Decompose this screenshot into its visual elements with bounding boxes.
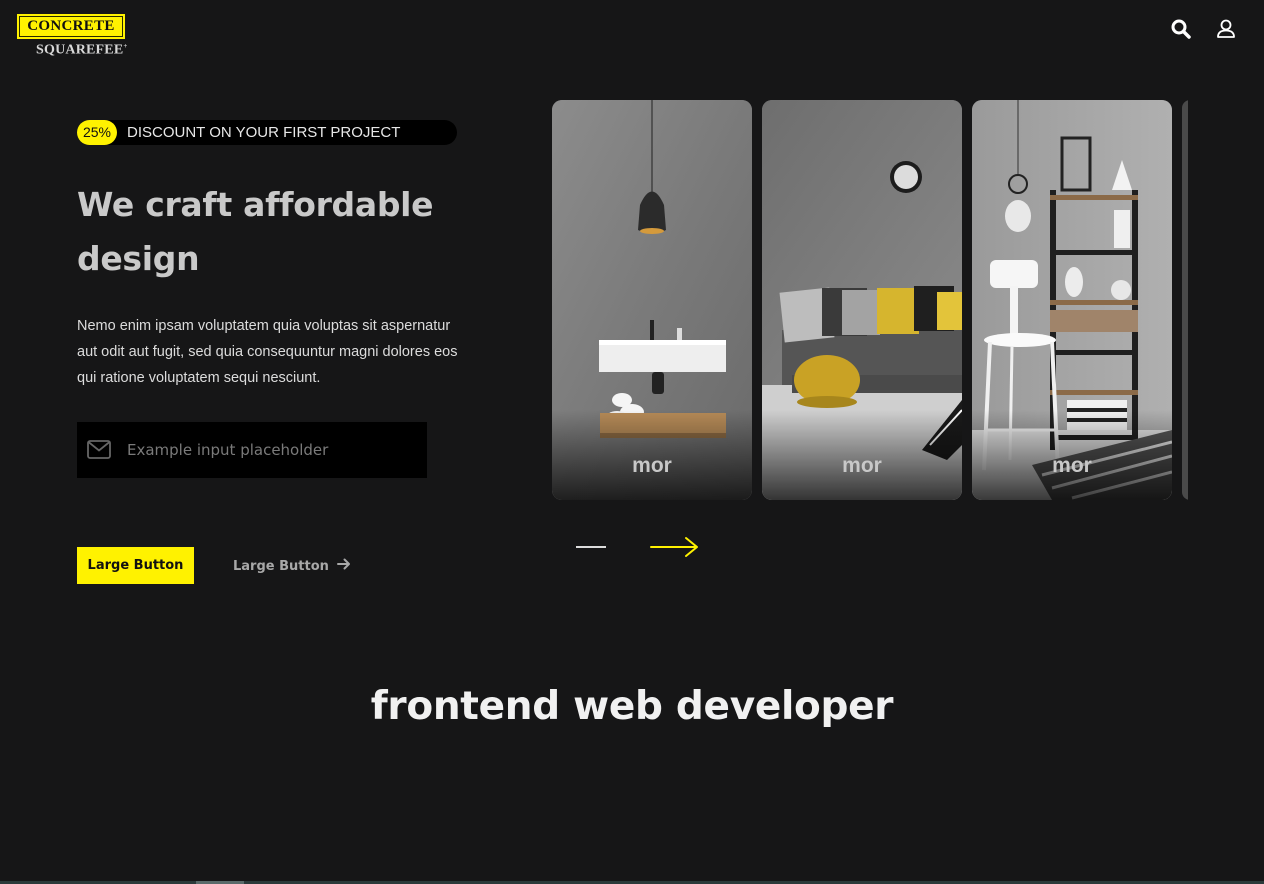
logo-bottom-label: SQUAREFEE bbox=[36, 42, 124, 58]
card-label: mor bbox=[632, 454, 672, 477]
discount-text: DISCOUNT ON YOUR FIRST PROJECT bbox=[127, 124, 401, 141]
carousel-card-living-room[interactable]: mor bbox=[762, 100, 962, 500]
discount-badge: 25% DISCOUNT ON YOUR FIRST PROJECT bbox=[77, 120, 457, 145]
logo-top-text: CONCRETE bbox=[27, 18, 115, 34]
envelope-icon bbox=[87, 440, 111, 464]
carousel-prev-button[interactable] bbox=[576, 537, 606, 557]
search-icon[interactable] bbox=[1170, 18, 1192, 40]
logo-top-box: CONCRETE bbox=[17, 14, 125, 39]
email-input[interactable] bbox=[127, 422, 417, 478]
carousel-card-next-peek[interactable] bbox=[1182, 100, 1188, 500]
logo-bottom-text: SQUAREFEE+ bbox=[36, 42, 128, 59]
card-label: mor bbox=[1052, 454, 1092, 477]
carousel-card-shelf[interactable]: mor bbox=[972, 100, 1172, 500]
user-icon[interactable] bbox=[1215, 18, 1237, 40]
hero-title: We craft affordable design bbox=[77, 185, 434, 278]
primary-large-button[interactable]: Large Button bbox=[77, 547, 194, 584]
logo-mark: + bbox=[123, 42, 128, 50]
image-carousel[interactable]: mor mor mor bbox=[552, 100, 1188, 500]
discount-percent: 25% bbox=[77, 120, 117, 145]
carousel-next-arrow-icon[interactable] bbox=[650, 535, 700, 559]
brand-logo[interactable]: CONCRETE SQUAREFEE+ bbox=[17, 14, 142, 60]
email-field[interactable] bbox=[77, 422, 427, 478]
arrow-right-icon bbox=[336, 557, 351, 575]
secondary-button-label: Large Button bbox=[233, 558, 329, 574]
section-title: frontend web developer bbox=[370, 684, 894, 729]
carousel-card-bathroom[interactable]: mor bbox=[552, 100, 752, 500]
secondary-large-button[interactable]: Large Button bbox=[233, 556, 351, 576]
hero-description: Nemo enim ipsam voluptatem quia voluptas… bbox=[77, 318, 458, 386]
card-label: mor bbox=[842, 454, 882, 477]
